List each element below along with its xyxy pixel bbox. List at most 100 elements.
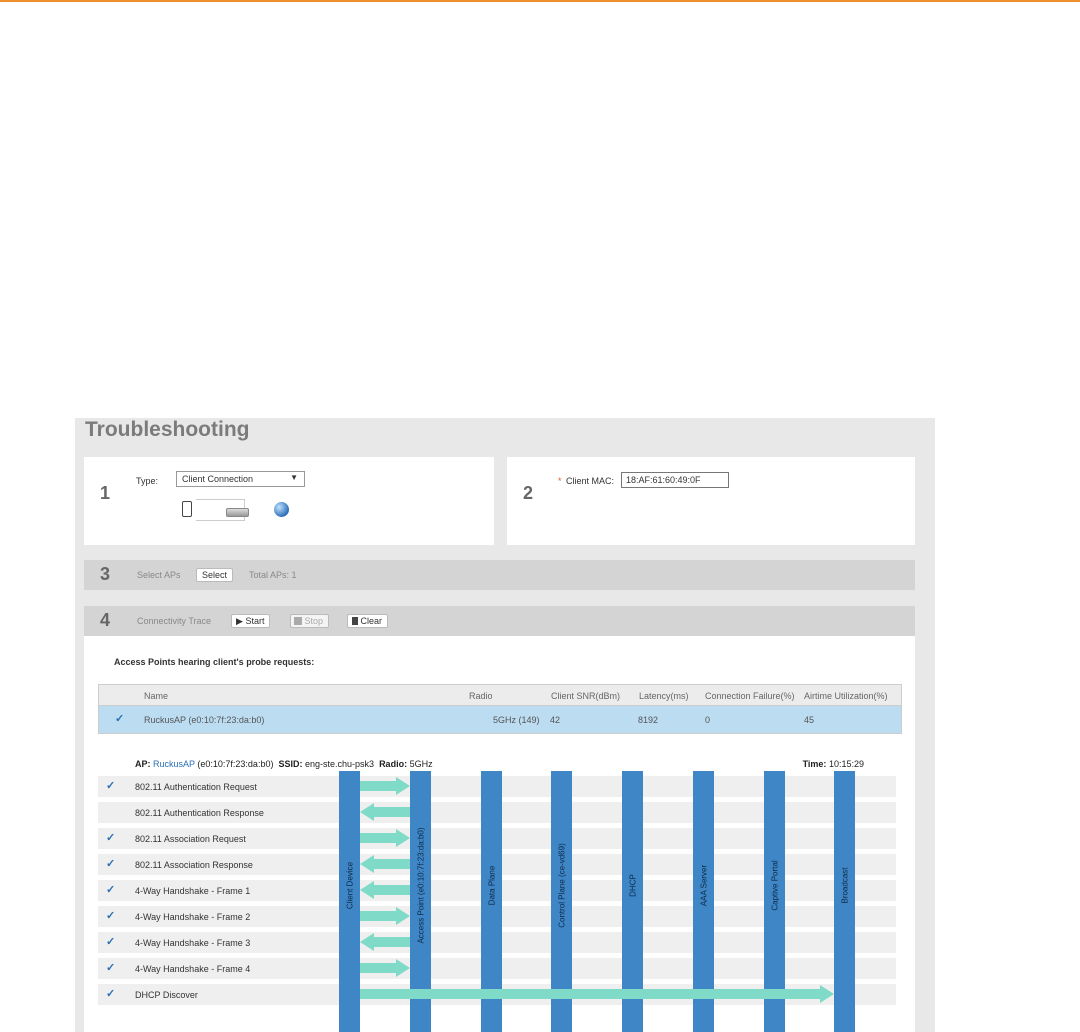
- stop-button[interactable]: Stop: [290, 614, 330, 628]
- arrow-left-icon: [360, 855, 410, 873]
- check-icon: ✓: [106, 988, 116, 1000]
- time-value: 10:15:29: [828, 759, 864, 769]
- ssid-value: eng-ste.chu-psk3: [305, 759, 375, 769]
- lane-label: Broadcast: [840, 867, 849, 904]
- row-snr: 42: [550, 715, 561, 725]
- step3-number: 3: [100, 564, 111, 584]
- row-radio: 5GHz (149): [493, 715, 540, 725]
- client-mac-label: Client MAC:: [566, 476, 615, 486]
- arrow-left-icon: [360, 803, 410, 821]
- lane-label: Access Point (e0:10:7f:23:da:b0): [416, 827, 425, 944]
- col-latency[interactable]: Latency(ms): [639, 691, 689, 701]
- col-airtime[interactable]: Airtime Utilization(%): [804, 691, 888, 701]
- start-button-label: Start: [245, 616, 265, 626]
- trace-step-label: 4-Way Handshake - Frame 3: [135, 938, 251, 948]
- lane-8: Broadcast: [834, 771, 855, 1032]
- check-icon: ✓: [106, 780, 116, 792]
- client-mac-field[interactable]: 18:AF:61:60:49:0F: [621, 472, 729, 488]
- check-icon: ✓: [106, 910, 116, 922]
- check-icon: ✓: [106, 962, 116, 974]
- table-row[interactable]: ✓ RuckusAP (e0:10:7f:23:da:b0) 5GHz (149…: [99, 706, 901, 733]
- trace-step-label: 4-Way Handshake - Frame 2: [135, 912, 251, 922]
- ssid-label: SSID:: [278, 759, 303, 769]
- top-accent-rule: [0, 0, 1080, 2]
- probe-heading: Access Points hearing client's probe req…: [114, 657, 315, 667]
- step4-bar: 4 Connectivity Trace ▶ Start Stop Clear: [84, 606, 915, 636]
- row-airtime: 45: [804, 715, 815, 725]
- type-select-value: Client Connection: [182, 474, 254, 484]
- clear-button-label: Clear: [360, 616, 383, 626]
- clear-button[interactable]: Clear: [347, 614, 389, 628]
- trash-icon: [352, 617, 358, 625]
- globe-icon[interactable]: [274, 502, 289, 517]
- arrow-right-icon: [360, 907, 410, 925]
- lane-label: Control Plane (ce-vd69): [557, 843, 566, 928]
- select-aps-label: Select APs: [137, 570, 181, 580]
- connectivity-trace-label: Connectivity Trace: [137, 616, 212, 626]
- trace-section: Access Points hearing client's probe req…: [84, 636, 915, 1032]
- arrow-right-icon: [360, 777, 410, 795]
- stop-icon: [294, 617, 302, 625]
- col-snr[interactable]: Client SNR(dBm): [551, 691, 620, 701]
- troubleshooting-panel: Troubleshooting 1 Type: Client Connectio…: [75, 418, 935, 1032]
- trace-step-label: 802.11 Authentication Response: [135, 808, 264, 818]
- type-label: Type:: [136, 476, 159, 486]
- trace-time: Time: 10:15:29: [803, 759, 864, 769]
- ap-table: Name Radio Client SNR(dBm) Latency(ms) C…: [98, 684, 902, 734]
- lane-label: Client Device: [345, 861, 354, 910]
- total-aps-label: Total APs: 1: [249, 570, 297, 580]
- trace-info: AP: RuckusAP (e0:10:7f:23:da:b0) SSID: e…: [135, 759, 433, 769]
- lane-label: DHCP: [628, 874, 637, 897]
- row-selected-check-icon[interactable]: ✓: [115, 712, 124, 725]
- col-failure[interactable]: Connection Failure(%): [705, 691, 795, 701]
- radio-value: 5GHz: [409, 759, 433, 769]
- check-icon: ✓: [106, 832, 116, 844]
- arrow-right-icon: [360, 985, 834, 1003]
- check-icon: ✓: [106, 858, 116, 870]
- time-label: Time:: [802, 759, 827, 769]
- row-failure: 0: [705, 715, 711, 725]
- required-mark: *: [558, 476, 562, 486]
- select-aps-button[interactable]: Select: [196, 568, 234, 582]
- type-select[interactable]: Client Connection ▼: [176, 471, 305, 487]
- row-name: RuckusAP (e0:10:7f:23:da:b0): [144, 715, 265, 725]
- stop-button-label: Stop: [304, 616, 324, 626]
- connectivity-trace-diagram: ✓ 802.11 Authentication Request 802.11 Aut…: [98, 771, 896, 1032]
- page-title: Troubleshooting: [85, 418, 250, 441]
- lane-label: AAA Server: [699, 864, 708, 907]
- row-latency: 8192: [638, 715, 659, 725]
- access-point-icon[interactable]: [226, 508, 249, 517]
- arrow-right-icon: [360, 959, 410, 977]
- trace-step-label: 802.11 Association Response: [135, 860, 253, 870]
- col-radio[interactable]: Radio: [469, 691, 493, 701]
- trace-step-label: 4-Way Handshake - Frame 4: [135, 964, 251, 974]
- ap-table-header: Name Radio Client SNR(dBm) Latency(ms) C…: [99, 685, 901, 706]
- trace-step-label: 802.11 Authentication Request: [135, 782, 257, 792]
- step4-number: 4: [100, 610, 111, 630]
- step1-box: 1 Type: Client Connection ▼: [84, 457, 494, 545]
- check-icon: ✓: [106, 884, 116, 896]
- arrow-left-icon: [360, 933, 410, 951]
- ap-label: AP:: [135, 759, 151, 769]
- start-button[interactable]: ▶ Start: [231, 614, 271, 628]
- lane-1: Client Device: [339, 771, 360, 1032]
- ap-mac: (e0:10:7f:23:da:b0): [197, 759, 274, 769]
- trace-step-label: DHCP Discover: [135, 990, 198, 1000]
- col-name[interactable]: Name: [144, 691, 168, 701]
- step2-box: 2 * Client MAC:: [507, 457, 915, 545]
- radio-label: Radio:: [379, 759, 408, 769]
- step1-number: 1: [100, 483, 111, 503]
- chevron-down-icon: ▼: [290, 473, 298, 482]
- arrow-left-icon: [360, 881, 410, 899]
- lane-label: Data Plane: [487, 865, 496, 906]
- step2-number: 2: [523, 483, 534, 503]
- check-icon: ✓: [106, 936, 116, 948]
- trace-step-label: 802.11 Association Request: [135, 834, 246, 844]
- trace-step-label: 4-Way Handshake - Frame 1: [135, 886, 251, 896]
- phone-icon[interactable]: [182, 501, 192, 517]
- arrow-right-icon: [360, 829, 410, 847]
- ap-link[interactable]: RuckusAP: [153, 759, 195, 769]
- play-icon: ▶: [236, 616, 243, 626]
- lane-label: Captive Portal: [770, 860, 779, 911]
- step3-bar: 3 Select APs Select Total APs: 1: [84, 560, 915, 590]
